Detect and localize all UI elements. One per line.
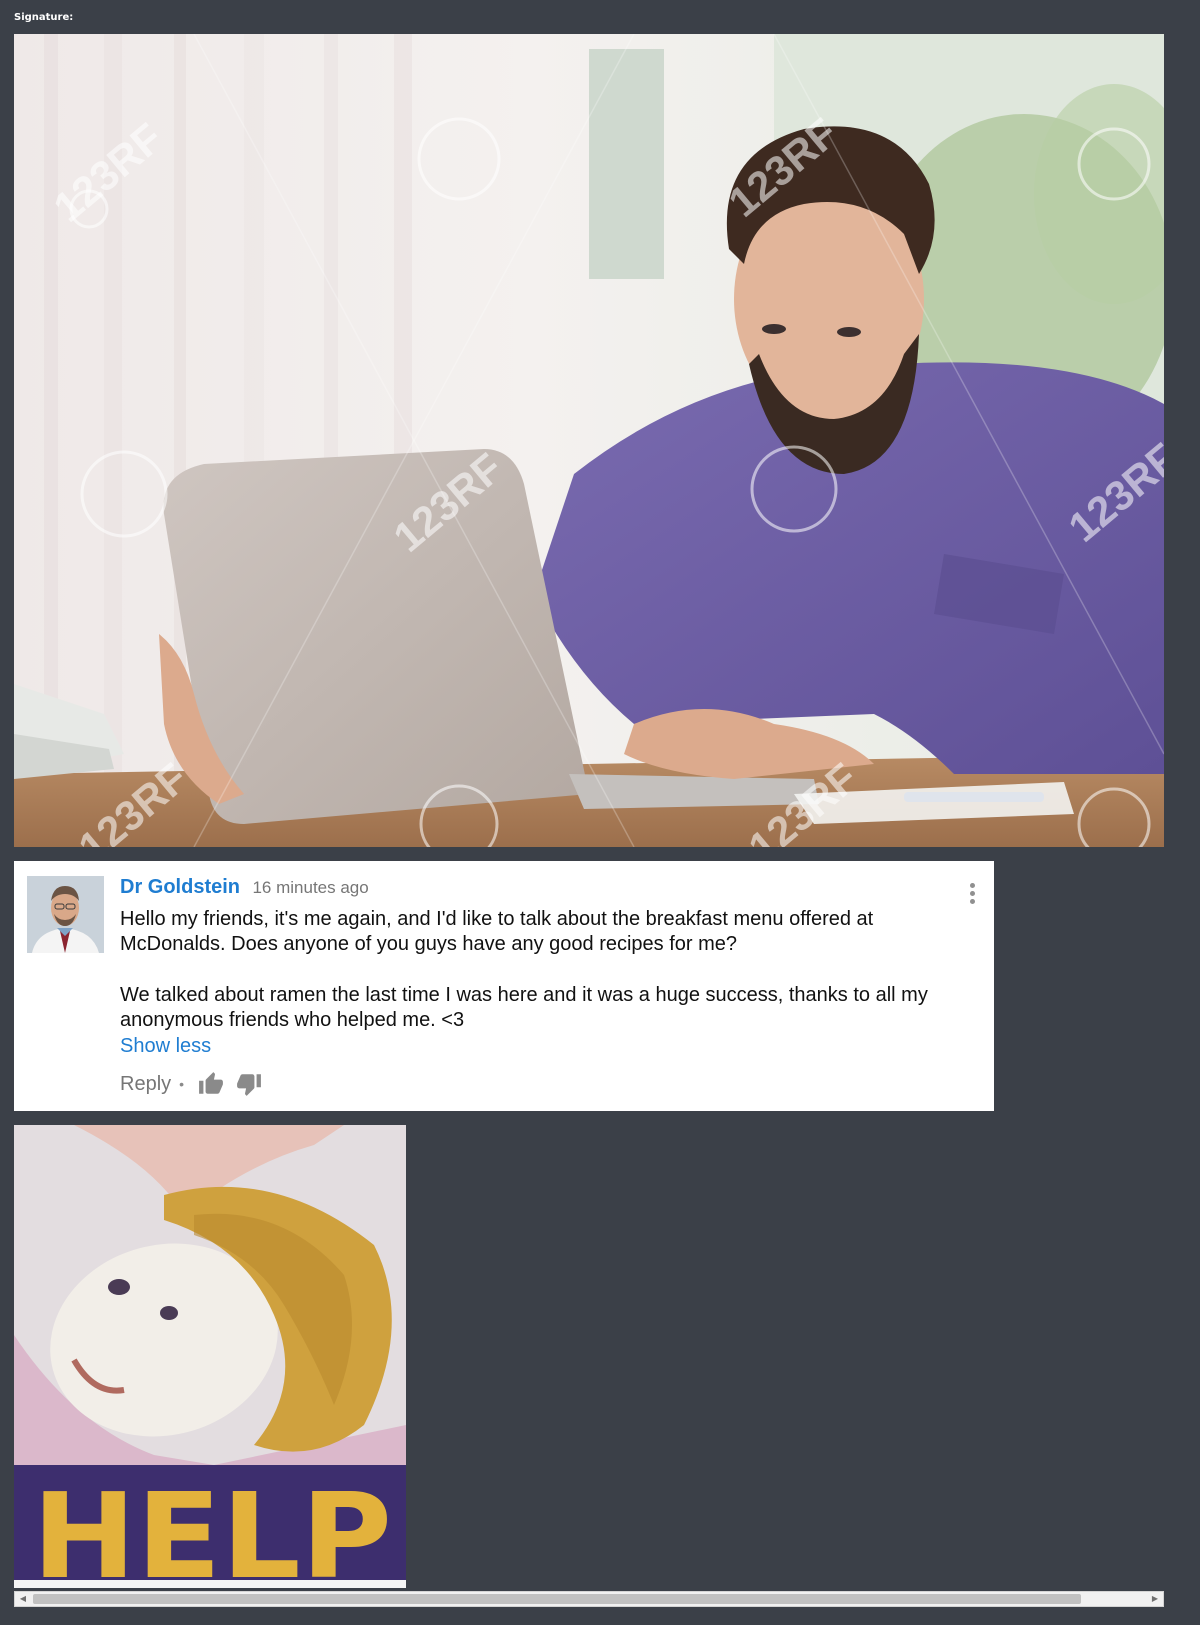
- comment-paragraph: We talked about ramen the last time I wa…: [120, 984, 928, 1031]
- help-meme-image: HELP: [14, 1125, 406, 1588]
- comment-paragraph: Hello my friends, it's me again, and I'd…: [120, 908, 874, 955]
- comment-text: Hello my friends, it's me again, and I'd…: [120, 907, 970, 1033]
- thumbs-up-icon[interactable]: [198, 1071, 224, 1097]
- comment-actions: Reply •: [120, 1071, 262, 1097]
- comment-timestamp[interactable]: 16 minutes ago: [252, 878, 368, 897]
- scrollbar-thumb[interactable]: [33, 1594, 1081, 1604]
- separator-dot: •: [179, 1076, 185, 1092]
- more-options-icon[interactable]: [960, 879, 984, 907]
- meme-help-text: HELP: [32, 1467, 392, 1588]
- comment-card: Dr Goldstein 16 minutes ago Hello my fri…: [14, 861, 994, 1111]
- reply-button[interactable]: Reply: [120, 1073, 171, 1096]
- thumbs-down-icon[interactable]: [236, 1071, 262, 1097]
- horizontal-scrollbar[interactable]: ◀ ▶: [14, 1591, 1164, 1607]
- comment-author[interactable]: Dr Goldstein: [120, 876, 240, 898]
- show-less-link[interactable]: Show less: [120, 1035, 211, 1058]
- scroll-left-icon[interactable]: ◀: [15, 1592, 31, 1606]
- scroll-right-icon[interactable]: ▶: [1147, 1592, 1163, 1606]
- man-with-laptop-photo: 123RF 123RF 123RF 123RF 123RF 123RF: [14, 34, 1164, 847]
- avatar[interactable]: [27, 876, 104, 953]
- signature-label: Signature:: [14, 12, 74, 23]
